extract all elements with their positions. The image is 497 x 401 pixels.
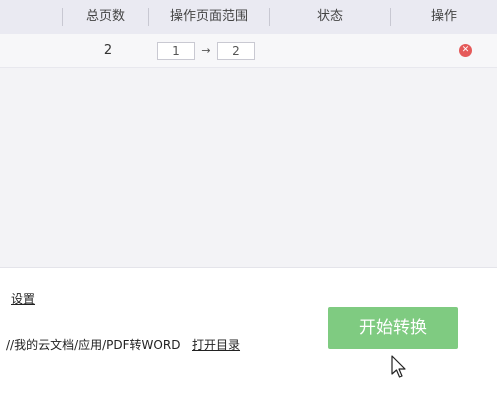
cursor-icon — [391, 355, 406, 378]
output-path: //我的云文档/应用/PDF转WORD — [6, 338, 181, 352]
range-end-input[interactable]: 2 — [217, 42, 255, 60]
column-header-page-range: 操作页面范围 — [169, 9, 248, 24]
column-header-status: 状态 — [316, 9, 343, 24]
range-start-input[interactable]: 1 — [157, 42, 195, 60]
column-header-action: 操作 — [430, 9, 457, 24]
table-header: 总页数 操作页面范围 状态 操作 — [0, 0, 497, 34]
open-directory-link[interactable]: 打开目录 — [192, 336, 240, 353]
column-header-total-pages: 总页数 — [85, 9, 125, 24]
range-arrow-icon: → — [201, 44, 211, 57]
delete-icon[interactable]: ✕ — [459, 44, 472, 57]
start-convert-button[interactable]: 开始转换 — [328, 307, 458, 349]
settings-link[interactable]: 设置 — [11, 290, 35, 307]
file-table: 总页数 操作页面范围 状态 操作 2 1 → 2 ✕ — [0, 0, 497, 268]
status-value — [270, 34, 390, 68]
total-pages-value: 2 — [103, 43, 113, 58]
table-row: 2 1 → 2 — [0, 34, 497, 68]
